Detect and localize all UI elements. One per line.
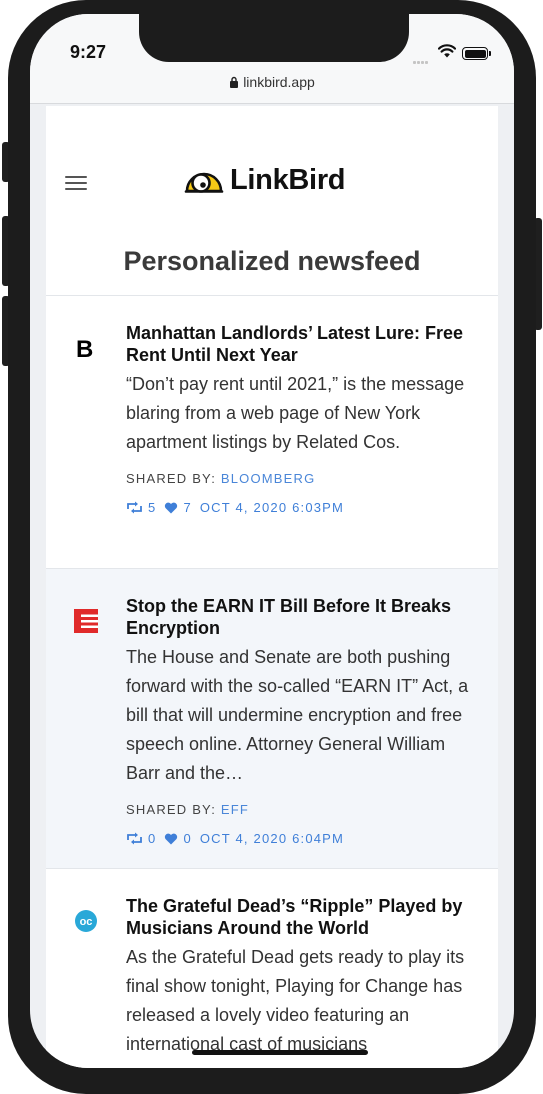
- shared-by: SHARED BY: EFF: [126, 802, 474, 817]
- brand-name: LinkBird: [230, 164, 346, 196]
- shared-by: SHARED BY: BLOOMBERG: [126, 471, 474, 486]
- svg-text:B: B: [76, 336, 93, 360]
- news-item-title[interactable]: Stop the EARN IT Bill Before It Breaks E…: [126, 595, 474, 639]
- heart-icon: [165, 502, 178, 513]
- screen: 9:27 linkbird.app LinkBird Personalized …: [30, 14, 514, 1068]
- news-item-meta: 5 7 OCT 4, 2020 6:03PM: [126, 500, 474, 515]
- retweet-icon: [127, 832, 142, 845]
- site-header: LinkBird Personalized newsfeed: [46, 106, 498, 296]
- eff-logo-icon: [74, 609, 98, 633]
- news-item-title[interactable]: Manhattan Landlords’ Latest Lure: Free R…: [126, 322, 474, 366]
- openculture-logo-icon: oc: [75, 910, 97, 932]
- news-item[interactable]: Stop the EARN IT Bill Before It Breaks E…: [46, 569, 498, 869]
- news-item[interactable]: oc The Grateful Dead’s “Ripple” Played b…: [46, 869, 498, 1068]
- news-item-timestamp[interactable]: OCT 4, 2020 6:03PM: [200, 500, 344, 515]
- news-item-title[interactable]: The Grateful Dead’s “Ripple” Played by M…: [126, 895, 474, 939]
- retweet-icon: [127, 501, 142, 514]
- hamburger-menu-button[interactable]: [65, 176, 87, 190]
- retweet-count: 0: [148, 831, 157, 846]
- news-item[interactable]: B Manhattan Landlords’ Latest Lure: Free…: [46, 296, 498, 569]
- like-count: 0: [183, 831, 192, 846]
- status-time: 9:27: [70, 42, 107, 62]
- battery-icon: [462, 47, 491, 60]
- shared-by-label: SHARED BY:: [126, 802, 217, 817]
- url-text: linkbird.app: [243, 74, 315, 90]
- cellular-signal-icon: [413, 51, 429, 69]
- page-title: Personalized newsfeed: [123, 246, 421, 276]
- site-logo[interactable]: LinkBird: [184, 164, 346, 197]
- like-count: 7: [183, 500, 192, 515]
- news-item-summary: “Don’t pay rent until 2021,” is the mess…: [126, 374, 465, 452]
- shared-by-source-link[interactable]: BLOOMBERG: [221, 471, 316, 486]
- home-indicator[interactable]: [192, 1050, 368, 1055]
- news-item-summary: The House and Senate are both pushing fo…: [126, 647, 469, 783]
- news-item-summary: As the Grateful Dead gets ready to play …: [126, 947, 465, 1054]
- shared-by-source-link[interactable]: EFF: [221, 802, 249, 817]
- svg-text:oc: oc: [80, 916, 93, 928]
- phone-frame: 9:27 linkbird.app LinkBird Personalized …: [8, 0, 536, 1094]
- lock-icon: [230, 76, 239, 88]
- bloomberg-logo-icon: B: [76, 336, 93, 360]
- wifi-icon: [438, 44, 456, 58]
- retweet-count: 5: [148, 500, 157, 515]
- heart-icon: [165, 833, 178, 844]
- news-item-timestamp[interactable]: OCT 4, 2020 6:04PM: [200, 831, 344, 846]
- notch: [139, 14, 409, 62]
- page-content: LinkBird Personalized newsfeed B Manhatt…: [46, 106, 498, 1068]
- shared-by-label: SHARED BY:: [126, 471, 217, 486]
- address-bar[interactable]: linkbird.app: [30, 74, 514, 104]
- news-item-meta: 0 0 OCT 4, 2020 6:04PM: [126, 831, 474, 846]
- linkbird-logo-icon: [184, 172, 224, 193]
